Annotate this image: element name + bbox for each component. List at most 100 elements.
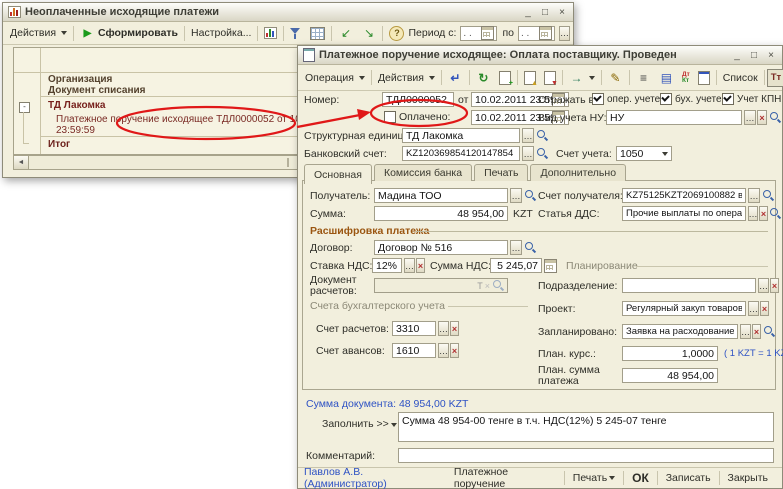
vat-rate-clear-button[interactable]: × <box>416 258 425 273</box>
ok-button[interactable]: ОК <box>624 468 657 488</box>
settings-button[interactable]: Настройка... <box>187 26 255 40</box>
payment-row-line2[interactable]: 23:59:59 <box>56 125 95 136</box>
scroll-left-button[interactable]: ◄ <box>14 156 29 169</box>
maximize-icon[interactable]: □ <box>539 7 551 18</box>
dds-open-icon[interactable] <box>769 207 781 220</box>
list-view-button[interactable]: ≡ <box>632 69 655 86</box>
back-titlebar[interactable]: Неоплаченные исходящие платежи _ □ × <box>3 3 573 22</box>
recipient-account-select-button[interactable]: … <box>748 188 760 203</box>
add-copy-button[interactable]: + <box>495 70 515 86</box>
vat-rate-input[interactable]: 12% <box>372 258 402 273</box>
load-settings-button[interactable]: ↙ <box>334 25 357 42</box>
project-input[interactable]: Регулярный закуп товаров для прс <box>622 301 746 316</box>
movements-button[interactable]: ДтКт <box>678 71 694 85</box>
planned-input[interactable]: Заявка на расходование средст <box>622 324 738 339</box>
nu-open-icon[interactable] <box>769 111 781 124</box>
nu-type-input[interactable]: НУ <box>606 110 742 125</box>
dds-clear-button[interactable]: × <box>759 206 768 221</box>
generate-button[interactable]: ▶Сформировать <box>76 25 182 42</box>
recipient-open-icon[interactable] <box>524 189 536 202</box>
bank-account-input[interactable]: KZ120369854120147854 в АО "А" <box>402 146 520 161</box>
edit-note-button[interactable]: ✎ <box>604 69 627 86</box>
bank-account-open-icon[interactable] <box>536 147 548 160</box>
settlement-account-select-button[interactable]: … <box>438 321 449 336</box>
recipient-input[interactable]: Мадина ТОО <box>374 188 508 203</box>
structural-unit-select-button[interactable]: … <box>522 128 534 143</box>
structural-unit-input[interactable]: ТД Лакомка <box>402 128 520 143</box>
maximize-icon[interactable]: □ <box>748 50 760 61</box>
calculator-icon[interactable] <box>544 259 557 273</box>
nu-clear-button[interactable]: × <box>757 110 767 125</box>
close-icon[interactable]: × <box>556 7 568 18</box>
structural-unit-open-icon[interactable] <box>536 129 548 142</box>
refresh-button[interactable]: ↻ <box>472 69 495 86</box>
project-clear-button[interactable]: × <box>760 301 769 316</box>
checkbox-oper-uchet[interactable]: опер. учете <box>592 93 660 105</box>
go-to-button[interactable]: → <box>565 69 599 86</box>
post-button[interactable]: ▲ <box>520 70 540 86</box>
checkbox-icon[interactable] <box>660 93 672 105</box>
bank-account-select-button[interactable]: … <box>522 146 534 161</box>
scroll-thumb[interactable] <box>287 158 289 167</box>
help-button[interactable]: ? <box>385 25 408 42</box>
checkbox-icon[interactable] <box>384 111 396 123</box>
close-icon[interactable]: × <box>765 50 777 61</box>
minimize-icon[interactable]: _ <box>522 7 534 18</box>
contract-open-icon[interactable] <box>524 241 536 254</box>
vat-sum-input[interactable]: 5 245,07 <box>490 258 542 273</box>
list-button[interactable]: Список <box>719 71 762 85</box>
structure-button[interactable]: ▤ <box>655 69 678 86</box>
collapse-icon[interactable]: - <box>19 102 30 113</box>
table-settings-button[interactable] <box>306 26 329 41</box>
division-clear-button[interactable]: × <box>770 278 779 293</box>
payment-order-button[interactable]: Платежное поручение <box>446 468 564 488</box>
advance-account-input[interactable]: 1610 <box>392 343 436 358</box>
checkbox-icon[interactable] <box>592 93 604 105</box>
checkbox-buh-uchet[interactable]: бух. учете <box>660 93 722 105</box>
number-input[interactable]: ТДЛ0000052 <box>382 92 454 107</box>
division-select-button[interactable]: … <box>758 278 769 293</box>
ledger-account-select[interactable]: 1050 <box>616 146 672 161</box>
comment-input[interactable] <box>398 448 774 463</box>
save-button[interactable]: Записать <box>658 468 719 488</box>
save-settings-button[interactable]: ↘ <box>357 25 380 42</box>
settlement-account-input[interactable]: 3310 <box>392 321 436 336</box>
filter-button[interactable] <box>286 26 306 40</box>
operation-menu[interactable]: Операция <box>301 71 369 85</box>
fill-button[interactable]: Заполнить >> <box>322 418 397 430</box>
close-button[interactable]: Закрыть <box>720 468 776 488</box>
planned-select-button[interactable]: … <box>740 324 751 339</box>
report-button[interactable] <box>260 26 281 40</box>
nu-select-button[interactable]: … <box>744 110 756 125</box>
recipient-select-button[interactable]: … <box>510 188 522 203</box>
recipient-account-open-icon[interactable] <box>762 189 774 202</box>
planned-clear-button[interactable]: × <box>752 324 761 339</box>
minimize-icon[interactable]: _ <box>731 50 743 61</box>
chevron-down-icon[interactable] <box>662 152 668 156</box>
project-select-button[interactable]: … <box>748 301 759 316</box>
journal-button[interactable] <box>694 70 714 86</box>
t-button[interactable]: Т <box>477 281 483 291</box>
checkbox-uchet-kpn[interactable]: Учет КПН <box>722 93 781 105</box>
period-more-button[interactable]: … <box>559 26 570 41</box>
checkbox-icon[interactable] <box>722 93 734 105</box>
actions-menu[interactable]: Действия <box>374 71 439 85</box>
period-from-input[interactable]: . . <box>460 26 497 41</box>
calendar-icon[interactable] <box>539 26 552 40</box>
tab-bank-commission[interactable]: Комиссия банка <box>374 164 472 181</box>
description-toggle-button[interactable]: Тт <box>767 69 783 87</box>
dds-input[interactable]: Прочие выплаты по операционно <box>622 206 746 221</box>
settlement-doc-input[interactable]: Т× <box>374 278 508 293</box>
plan-rate-input[interactable]: 1,0000 <box>622 346 718 361</box>
contract-select-button[interactable]: … <box>510 240 522 255</box>
actions-menu[interactable]: Действия <box>6 26 71 40</box>
calendar-icon[interactable] <box>481 26 494 40</box>
front-titlebar[interactable]: Платежное поручение исходящее: Оплата по… <box>298 46 782 65</box>
dds-select-button[interactable]: … <box>748 206 758 221</box>
settlement-account-clear-button[interactable]: × <box>450 321 459 336</box>
planned-open-icon[interactable] <box>763 325 775 338</box>
unpost-button[interactable]: ▼ <box>540 70 560 86</box>
contract-input[interactable]: Договор № 516 <box>374 240 508 255</box>
sum-input[interactable]: 48 954,00 <box>374 206 508 221</box>
post-document-button[interactable]: ↵ <box>444 69 467 86</box>
